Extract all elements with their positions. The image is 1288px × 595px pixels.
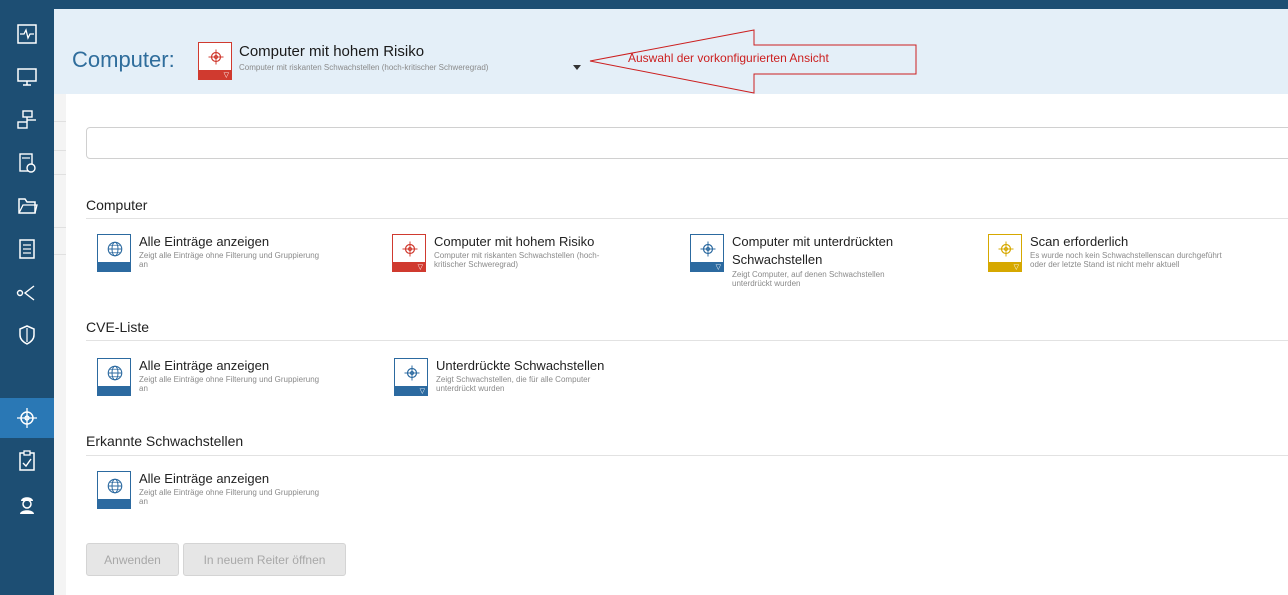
entry-description: an xyxy=(139,497,148,506)
sidebar-item-folder[interactable] xyxy=(0,186,54,226)
crosshair-icon xyxy=(208,49,224,65)
technician-icon xyxy=(20,497,34,514)
section-title-cve: CVE-Liste xyxy=(86,319,150,335)
package-icon xyxy=(19,153,36,173)
sidebar-item-network[interactable] xyxy=(0,100,54,140)
entry-description: an xyxy=(139,384,148,393)
crosshair-icon xyxy=(998,241,1014,257)
entry-title: Computer mit unterdrückten xyxy=(732,234,894,249)
crosshair-icon xyxy=(700,241,716,257)
globe-icon xyxy=(107,241,123,257)
crosshair-icon xyxy=(402,241,418,257)
entry-description: Es wurde noch kein Schwachstellenscan du… xyxy=(1030,251,1222,260)
entry-title: Alle Einträge anzeigen xyxy=(139,471,270,486)
sidebar-item-share[interactable] xyxy=(0,272,54,312)
globe-icon xyxy=(107,365,123,381)
annotation-text: Auswahl der vorkonfigurierten Ansicht xyxy=(628,51,829,65)
entry-title: Alle Einträge anzeigen xyxy=(139,358,270,373)
shield-icon xyxy=(19,325,35,345)
main-content: Computer Alle Einträge anzeigen Zeigt al… xyxy=(66,94,1288,595)
folder-icon xyxy=(18,198,38,214)
filter-icon: ▽ xyxy=(1013,263,1019,271)
network-icon xyxy=(17,110,36,129)
open-new-tab-button[interactable]: In neuem Reiter öffnen xyxy=(183,543,346,576)
selected-view-title[interactable]: Computer mit hohem Risiko xyxy=(239,43,424,60)
sidebar-item-technician[interactable] xyxy=(0,484,54,524)
entry-description: oder der letzte Stand ist nicht mehr akt… xyxy=(1030,260,1180,269)
entry-computer-scan-required[interactable]: ▽ Scan erforderlich Es wurde noch kein S… xyxy=(988,234,1268,290)
entry-title: Unterdrückte Schwachstellen xyxy=(436,358,605,373)
left-gutter xyxy=(54,9,66,595)
entry-description: kritischer Schweregrad) xyxy=(434,260,519,269)
selected-view-subtitle: Computer mit riskanten Schwachstellen (h… xyxy=(239,63,489,72)
header-label: Computer: xyxy=(72,47,175,72)
share-icon xyxy=(16,285,35,301)
filter-icon: ▽ xyxy=(419,387,425,395)
entry-description: Computer mit riskanten Schwachstellen (h… xyxy=(434,251,600,260)
sidebar-item-document[interactable] xyxy=(0,229,54,269)
filter-icon: ▽ xyxy=(715,263,721,271)
view-dropdown-caret[interactable] xyxy=(573,65,581,70)
entry-description: Zeigt Computer, auf denen Schwachstellen xyxy=(732,270,885,279)
entry-description: Zeigt Schwachstellen, die für alle Compu… xyxy=(436,375,591,384)
sidebar xyxy=(0,9,54,595)
filter-icon: ▽ xyxy=(223,71,229,79)
crosshair-icon xyxy=(17,408,37,428)
sidebar-item-desktop[interactable] xyxy=(0,57,54,97)
entry-description: Zeigt alle Einträge ohne Filterung und G… xyxy=(139,488,320,497)
entry-computer-all[interactable]: Alle Einträge anzeigen Zeigt alle Einträ… xyxy=(97,234,377,290)
section-title-computer: Computer xyxy=(86,197,148,213)
entry-computer-suppressed[interactable]: ▽ Computer mit unterdrückten Schwachstel… xyxy=(690,234,970,290)
entry-title-line2: Schwachstellen xyxy=(732,252,823,267)
section-divider xyxy=(86,340,1288,341)
desktop-icon xyxy=(17,68,37,86)
sidebar-item-monitor[interactable] xyxy=(0,14,54,54)
entry-computer-high-risk[interactable]: ▽ Computer mit hohem Risiko Computer mit… xyxy=(392,234,672,290)
section-divider xyxy=(86,455,1288,456)
crosshair-icon xyxy=(404,365,420,381)
entry-cve-suppressed[interactable]: ▽ Unterdrückte Schwachstellen Zeigt Schw… xyxy=(394,358,674,414)
section-divider xyxy=(86,218,1288,219)
entry-description: unterdrückt wurden xyxy=(436,384,505,393)
section-title-detected: Erkannte Schwachstellen xyxy=(86,433,244,449)
entry-title: Computer mit hohem Risiko xyxy=(434,234,595,249)
sidebar-item-vulnerabilities[interactable] xyxy=(0,398,54,438)
globe-icon xyxy=(107,478,123,494)
entry-description: an xyxy=(139,260,148,269)
entry-detected-all[interactable]: Alle Einträge anzeigen Zeigt alle Einträ… xyxy=(97,471,377,527)
entry-title: Alle Einträge anzeigen xyxy=(139,234,270,249)
sidebar-item-clipboard[interactable] xyxy=(0,441,54,481)
monitor-pulse-icon xyxy=(17,24,37,44)
sidebar-item-packages[interactable] xyxy=(0,143,54,183)
entry-description: unterdrückt wurden xyxy=(732,279,801,288)
search-input[interactable] xyxy=(86,127,1288,159)
document-icon xyxy=(19,239,35,259)
clipboard-check-icon xyxy=(19,450,35,471)
entry-description: Zeigt alle Einträge ohne Filterung und G… xyxy=(139,375,320,384)
entry-cve-all[interactable]: Alle Einträge anzeigen Zeigt alle Einträ… xyxy=(97,358,377,414)
filter-icon: ▽ xyxy=(417,263,423,271)
top-bar xyxy=(0,0,1288,9)
entry-title: Scan erforderlich xyxy=(1030,234,1129,249)
sidebar-item-shield[interactable] xyxy=(0,315,54,355)
apply-button[interactable]: Anwenden xyxy=(86,543,179,576)
entry-description: Zeigt alle Einträge ohne Filterung und G… xyxy=(139,251,320,260)
